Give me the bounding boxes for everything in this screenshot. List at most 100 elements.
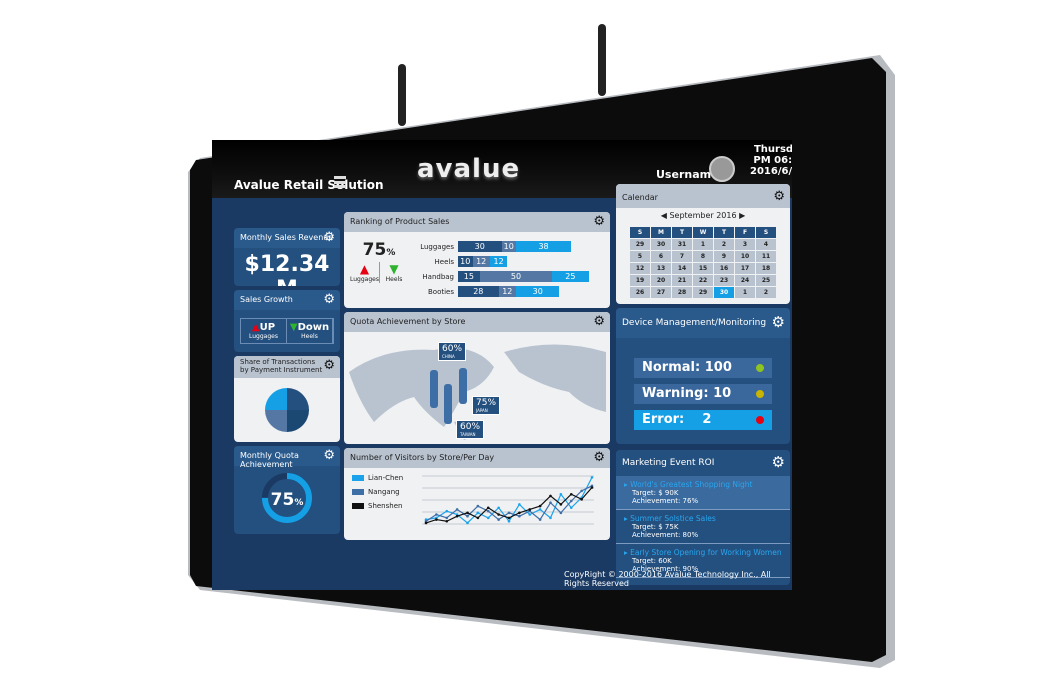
calendar-day[interactable]: 20 (650, 274, 672, 287)
gear-icon[interactable]: ⚙ (323, 293, 335, 306)
weekday-header: S (629, 226, 651, 239)
calendar-day[interactable]: 29 (629, 238, 651, 251)
calendar-day[interactable]: 2 (713, 238, 735, 251)
widget-title: Device Management/Monitoring ⚙ (616, 308, 790, 338)
map-tag-china[interactable]: 60% CHINA (438, 342, 467, 361)
calendar-day[interactable]: 5 (629, 250, 651, 263)
data-point (507, 516, 511, 520)
up-item: Luggages (350, 276, 379, 283)
calendar-day[interactable]: 15 (692, 262, 714, 275)
quota-map-widget: Quota Achievement by Store ⚙ 60% CHINA 75%… (344, 312, 610, 444)
widget-title: Monthly Quota Achievement ⚙ (234, 446, 340, 469)
data-point (569, 506, 573, 510)
legend-item: Lian-Chen (352, 474, 403, 482)
calendar-day[interactable]: 14 (671, 262, 693, 275)
gear-icon[interactable]: ⚙ (593, 315, 605, 328)
ranking-widget: Ranking of Product Sales ⚙ 75% ▲ Luggages … (344, 212, 610, 308)
calendar-day[interactable]: 2 (755, 286, 777, 299)
weekday-header: S (755, 226, 777, 239)
bar-segment: 12 (489, 256, 508, 267)
gear-icon[interactable]: ⚙ (323, 359, 335, 372)
calendar-day[interactable]: 8 (692, 250, 714, 263)
map-tag-taiwan[interactable]: 60% TAIWAN (456, 420, 485, 439)
warning-value: 10 (713, 386, 732, 401)
event-target: Target: $ 75K (632, 523, 679, 531)
gear-icon[interactable]: ⚙ (772, 315, 785, 330)
status-error[interactable]: Error: 2 (634, 410, 772, 430)
calendar-day[interactable]: 27 (650, 286, 672, 299)
calendar-day[interactable]: 21 (671, 274, 693, 287)
pie-slice (287, 410, 309, 432)
calendar-day[interactable]: 9 (713, 250, 735, 263)
up-label: UP (259, 322, 276, 333)
ranking-row: Handbag 15 50 25 (408, 270, 589, 283)
data-point (455, 514, 459, 518)
next-month-icon[interactable]: ▶ (737, 211, 745, 220)
green-dot-icon (756, 364, 764, 372)
status-warning[interactable]: Warning: 10 (634, 384, 772, 404)
calendar-day[interactable]: 28 (671, 286, 693, 299)
legend-label: Lian-Chen (368, 474, 404, 482)
hamburger-menu-icon[interactable] (334, 176, 346, 188)
arrow-down-icon: ▼ (389, 262, 399, 276)
calendar-day[interactable]: 16 (713, 262, 735, 275)
share-transactions-widget: Share of Transactions by Payment Instrume… (234, 356, 340, 442)
calendar-day[interactable]: 7 (671, 250, 693, 263)
calendar-day[interactable]: 26 (629, 286, 651, 299)
taiwan-bar (444, 384, 452, 424)
data-point (507, 519, 511, 523)
calendar-day[interactable]: 1 (692, 238, 714, 251)
legend-label: Shenshen (368, 502, 403, 510)
arrow-up-icon: ▲ (359, 262, 370, 276)
china-bar (430, 370, 438, 408)
title-line2: by Payment Instrument (240, 366, 323, 374)
calendar-day[interactable]: 18 (755, 262, 777, 275)
dashboard-screen: avalue Avalue Retail Solution Username T… (212, 140, 792, 590)
row-label: Heels (434, 257, 454, 266)
marketing-roi-widget: Marketing Event ROI ⚙ ▸ World's Greatest … (616, 450, 790, 585)
calendar-day[interactable]: 23 (713, 274, 735, 287)
event-item[interactable]: ▸ Summer Solstice Sales Target: $ 75K Achi… (616, 510, 790, 544)
gear-icon[interactable]: ⚙ (772, 455, 785, 470)
device-monitoring-widget: Device Management/Monitoring ⚙ Normal: 10… (616, 308, 790, 444)
data-point (445, 516, 449, 520)
data-point (559, 503, 563, 506)
data-point (559, 492, 563, 496)
calendar-day[interactable]: 3 (734, 238, 756, 251)
user-avatar-icon[interactable] (709, 156, 735, 182)
bar-segment: 10 (501, 241, 516, 252)
gear-icon[interactable]: ⚙ (593, 215, 605, 228)
gear-icon[interactable]: ⚙ (593, 451, 605, 464)
calendar-day[interactable]: 10 (734, 250, 756, 263)
calendar-day[interactable]: 24 (734, 274, 756, 287)
calendar-day[interactable]: 30 (713, 286, 735, 299)
calendar-day[interactable]: 25 (755, 274, 777, 287)
gear-icon[interactable]: ⚙ (323, 449, 335, 462)
calendar-day[interactable]: 22 (692, 274, 714, 287)
calendar-day[interactable]: 13 (650, 262, 672, 275)
data-point (435, 518, 438, 521)
time: PM 06:00 (753, 155, 792, 166)
calendar-day[interactable]: 29 (692, 286, 714, 299)
sales-revenue-value: $12.34 M (244, 252, 330, 286)
calendar-day[interactable]: 11 (755, 250, 777, 263)
calendar-day[interactable]: 6 (650, 250, 672, 263)
map-tag-japan[interactable]: 75% JAPAN (472, 396, 501, 415)
calendar-day[interactable]: 1 (734, 286, 756, 299)
pie-slice (265, 410, 287, 432)
status-normal[interactable]: Normal: 100 (634, 358, 772, 378)
gear-icon[interactable]: ⚙ (773, 190, 785, 203)
calendar-day[interactable]: 31 (671, 238, 693, 251)
calendar-day[interactable]: 4 (755, 238, 777, 251)
legend-item: Shenshen (352, 502, 403, 510)
calendar-day[interactable]: 19 (629, 274, 651, 287)
event-item[interactable]: ▸ World's Greatest Shopping Night Target:… (616, 476, 790, 510)
calendar-day[interactable]: 12 (629, 262, 651, 275)
event-target: Target: 60K (632, 557, 672, 565)
calendar-day[interactable]: 30 (650, 238, 672, 251)
calendar-day[interactable]: 17 (734, 262, 756, 275)
gear-icon[interactable]: ⚙ (323, 231, 335, 244)
title-text: Sales Growth (240, 295, 293, 304)
title-line1: Share of Transactions (240, 358, 316, 366)
monthly-sales-widget: Monthly Sales Revenue⚙ $12.34 M (234, 228, 340, 286)
